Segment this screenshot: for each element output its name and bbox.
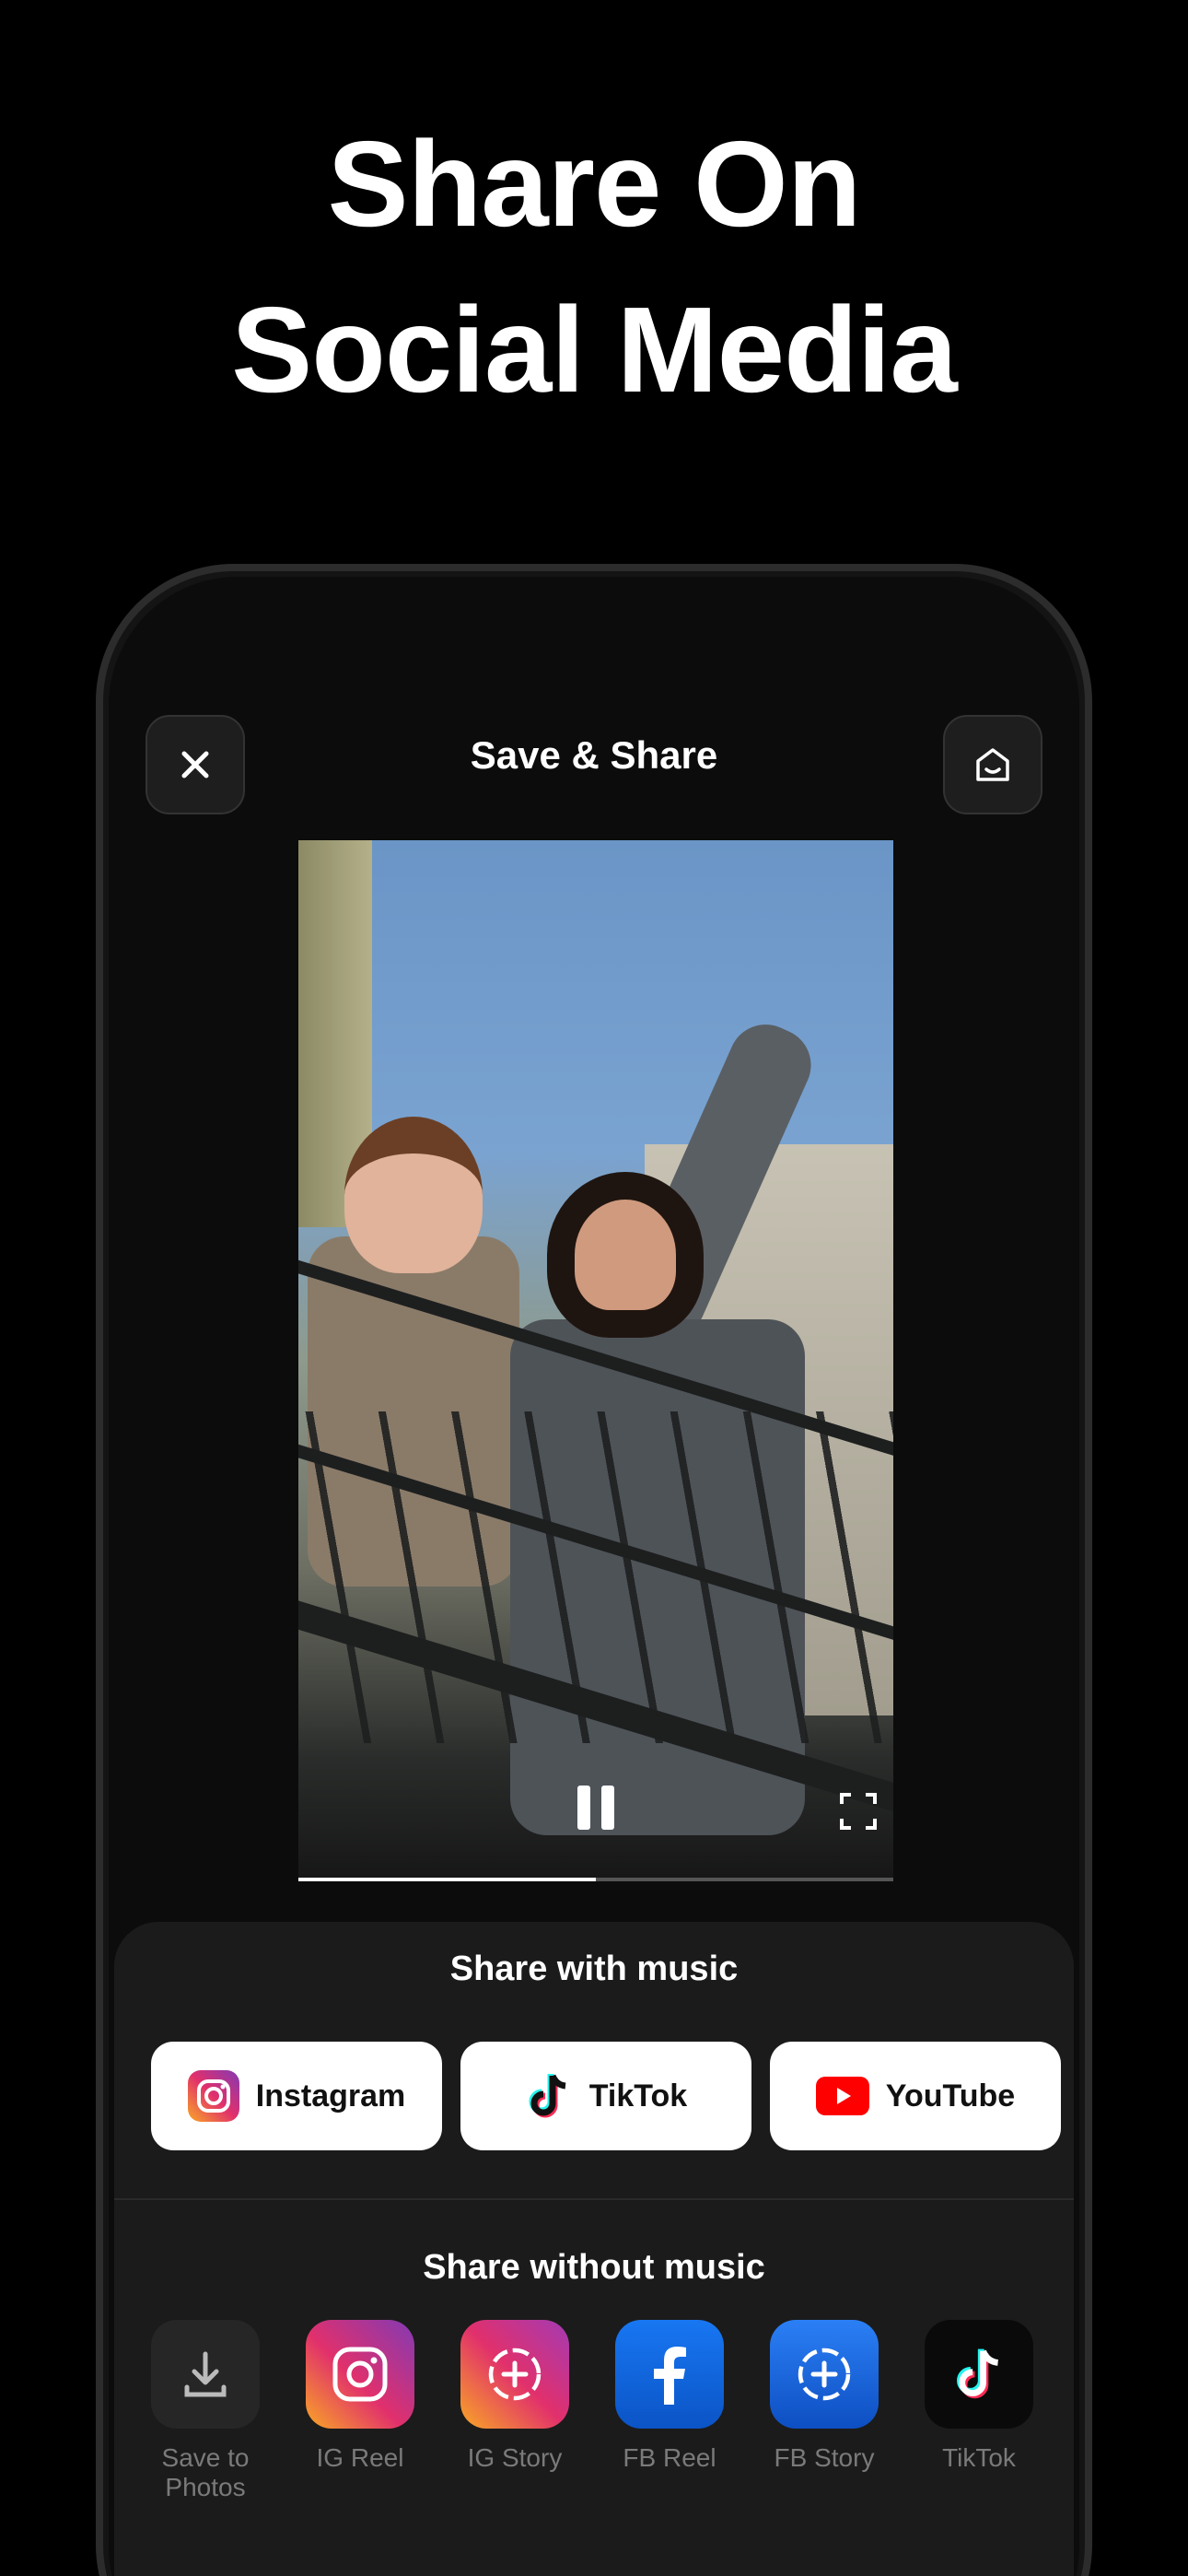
share-without-music-title: Share without music — [423, 2248, 765, 2287]
tiktok-button[interactable]: TikTok — [460, 2042, 751, 2150]
story-add-icon — [488, 2348, 542, 2401]
video-progress-bar[interactable] — [298, 1878, 893, 1881]
fb-reel-tile — [615, 2320, 724, 2429]
tiktok-button-label: TikTok — [588, 2078, 688, 2113]
tiktok-share-button[interactable]: TikTok — [925, 2320, 1033, 2502]
download-icon — [184, 2351, 227, 2397]
instagram-button[interactable]: Instagram — [151, 2042, 442, 2150]
ig-story-label: IG Story — [467, 2443, 563, 2472]
pause-icon — [601, 1786, 614, 1830]
home-icon — [976, 748, 1009, 781]
headline: Share On Social Media — [0, 101, 1188, 433]
share-with-music-buttons: Instagram TikTok YouTube — [151, 2042, 1061, 2150]
video-person-2-head — [547, 1172, 704, 1338]
app-screen: Save & Share Share with music Instagram … — [109, 577, 1079, 2576]
tiktok-icon — [957, 2348, 999, 2399]
video-progress-fill — [298, 1878, 596, 1881]
tiktok-icon — [529, 2074, 566, 2118]
share-without-music-list: Save to Photos IG Reel IG Story FB Reel … — [151, 2320, 1079, 2502]
fullscreen-icon[interactable] — [838, 1791, 879, 1832]
instagram-icon — [187, 2070, 239, 2122]
video-preview[interactable] — [298, 840, 893, 1881]
youtube-button-label: YouTube — [885, 2078, 1016, 2113]
instagram-icon — [332, 2347, 388, 2402]
facebook-icon — [654, 2347, 686, 2405]
save-to-photos-label: Save to Photos — [161, 2443, 250, 2501]
story-add-icon — [798, 2348, 851, 2401]
fb-story-label: FB Story — [774, 2443, 875, 2472]
ig-reel-button[interactable]: IG Reel — [306, 2320, 414, 2502]
tiktok-tile — [925, 2320, 1033, 2429]
youtube-button[interactable]: YouTube — [770, 2042, 1061, 2150]
fb-story-tile — [770, 2320, 879, 2429]
pause-icon — [577, 1786, 590, 1830]
ig-story-tile — [460, 2320, 569, 2429]
headline-line-2: Social Media — [231, 282, 958, 417]
phone-frame: Save & Share Share with music Instagram … — [96, 564, 1092, 2576]
ig-story-button[interactable]: IG Story — [460, 2320, 569, 2502]
youtube-icon — [815, 2077, 869, 2115]
share-sheet: Share with music Instagram TikTok YouTub… — [114, 1922, 1074, 2576]
screen-title: Save & Share — [470, 733, 718, 777]
save-to-photos-button[interactable]: Save to Photos — [151, 2320, 260, 2502]
save-to-photos-tile — [151, 2320, 260, 2429]
fb-story-button[interactable]: FB Story — [770, 2320, 879, 2502]
fb-reel-label: FB Reel — [623, 2443, 716, 2472]
section-divider — [114, 2198, 1074, 2200]
ig-reel-tile — [306, 2320, 414, 2429]
video-person-1-head — [344, 1117, 483, 1273]
share-with-music-title: Share with music — [449, 1950, 739, 1988]
headline-line-1: Share On — [327, 116, 862, 252]
fb-reel-button[interactable]: FB Reel — [615, 2320, 724, 2502]
tiktok-label: TikTok — [942, 2443, 1016, 2472]
pause-button[interactable] — [571, 1786, 621, 1835]
home-button[interactable] — [943, 715, 1042, 814]
instagram-button-label: Instagram — [255, 2078, 406, 2113]
ig-reel-label: IG Reel — [316, 2443, 404, 2472]
